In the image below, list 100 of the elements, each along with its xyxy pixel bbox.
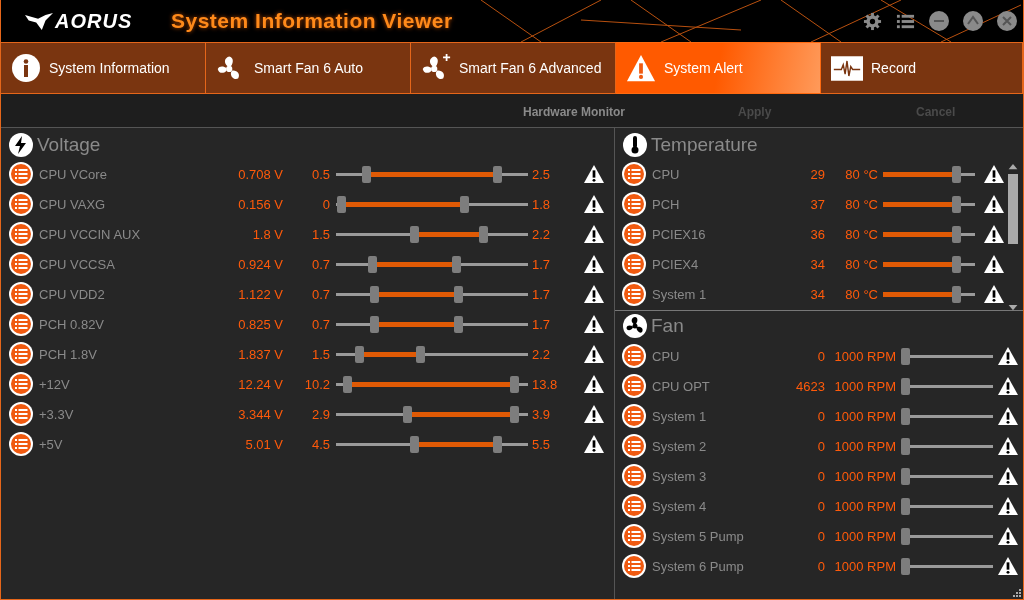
range-slider[interactable] [336, 405, 528, 423]
slider[interactable] [883, 285, 975, 303]
slider[interactable] [883, 195, 975, 213]
settings-icon[interactable] [863, 11, 882, 31]
warning-icon[interactable] [983, 194, 1005, 214]
range-slider[interactable] [336, 345, 528, 363]
range-slider[interactable] [336, 435, 528, 453]
slider[interactable] [883, 165, 975, 183]
slider[interactable] [901, 557, 993, 575]
slider-handle[interactable] [454, 315, 464, 333]
list-menu-icon[interactable] [622, 464, 646, 488]
slider[interactable] [901, 407, 993, 425]
range-slider[interactable] [336, 375, 528, 393]
list-menu-icon[interactable] [9, 402, 33, 426]
list-menu-icon[interactable] [622, 494, 646, 518]
slider-handle[interactable] [952, 195, 962, 213]
tab[interactable]: Record [821, 42, 1023, 94]
list-menu-icon[interactable] [622, 344, 646, 368]
warning-icon[interactable] [997, 346, 1019, 366]
list-menu-icon[interactable] [9, 222, 33, 246]
slider[interactable] [901, 527, 993, 545]
tab[interactable]: Smart Fan 6 Auto [206, 42, 411, 94]
warning-icon[interactable] [583, 404, 605, 424]
range-slider[interactable] [336, 195, 528, 213]
slider[interactable] [901, 467, 993, 485]
list-menu-icon[interactable] [622, 252, 646, 276]
warning-icon[interactable] [583, 224, 605, 244]
slider-handle[interactable] [952, 255, 962, 273]
slider-handle[interactable] [367, 255, 377, 273]
list-menu-icon[interactable] [622, 434, 646, 458]
warning-icon[interactable] [583, 194, 605, 214]
range-slider[interactable] [336, 165, 528, 183]
slider-handle[interactable] [492, 165, 502, 183]
slider-handle[interactable] [415, 345, 425, 363]
list-menu-icon[interactable] [9, 282, 33, 306]
minimize-button[interactable] [929, 11, 949, 31]
slider-handle[interactable] [952, 225, 962, 243]
list-menu-icon[interactable] [9, 432, 33, 456]
slider-handle[interactable] [452, 255, 462, 273]
toolbar-button[interactable]: Hardware Monitor [523, 105, 625, 119]
resize-grip-icon[interactable] [1011, 587, 1021, 597]
warning-icon[interactable] [983, 254, 1005, 274]
slider-handle[interactable] [510, 405, 520, 423]
warning-icon[interactable] [583, 284, 605, 304]
slider[interactable] [883, 255, 975, 273]
list-menu-icon[interactable] [622, 404, 646, 428]
slider-handle[interactable] [343, 375, 352, 393]
list-menu-icon[interactable] [622, 222, 646, 246]
range-slider[interactable] [336, 285, 528, 303]
warning-icon[interactable] [983, 284, 1005, 304]
slider-handle[interactable] [510, 375, 520, 393]
warning-icon[interactable] [583, 344, 605, 364]
slider-handle[interactable] [901, 437, 911, 455]
slider-handle[interactable] [410, 435, 420, 453]
warning-icon[interactable] [583, 254, 605, 274]
list-menu-icon[interactable] [622, 524, 646, 548]
slider[interactable] [901, 377, 993, 395]
range-slider[interactable] [336, 225, 528, 243]
range-slider[interactable] [336, 315, 528, 333]
warning-icon[interactable] [997, 406, 1019, 426]
slider-handle[interactable] [901, 527, 911, 545]
range-slider[interactable] [336, 255, 528, 273]
slider[interactable] [901, 437, 993, 455]
warning-icon[interactable] [583, 374, 605, 394]
warning-icon[interactable] [997, 556, 1019, 576]
slider-handle[interactable] [901, 497, 911, 515]
warning-icon[interactable] [583, 434, 605, 454]
scrollbar-thumb[interactable] [1008, 174, 1018, 244]
list-menu-icon[interactable] [622, 192, 646, 216]
list-menu-icon[interactable] [622, 374, 646, 398]
slider-handle[interactable] [362, 165, 372, 183]
scroll-up-arrow-icon[interactable] [1007, 163, 1019, 170]
maximize-button[interactable] [963, 11, 983, 31]
slider-handle[interactable] [402, 405, 412, 423]
slider[interactable] [883, 225, 975, 243]
list-menu-icon[interactable] [9, 252, 33, 276]
warning-icon[interactable] [583, 164, 605, 184]
warning-icon[interactable] [997, 436, 1019, 456]
tab[interactable]: System Information [1, 42, 206, 94]
warning-icon[interactable] [983, 224, 1005, 244]
list-menu-icon[interactable] [9, 312, 33, 336]
slider-handle[interactable] [410, 225, 420, 243]
slider-handle[interactable] [901, 557, 911, 575]
warning-icon[interactable] [997, 496, 1019, 516]
warning-icon[interactable] [997, 466, 1019, 486]
slider-handle[interactable] [454, 285, 464, 303]
list-menu-icon[interactable] [9, 342, 33, 366]
warning-icon[interactable] [997, 526, 1019, 546]
warning-icon[interactable] [983, 164, 1005, 184]
slider-handle[interactable] [369, 285, 379, 303]
slider-handle[interactable] [901, 347, 911, 365]
slider-handle[interactable] [901, 377, 911, 395]
slider[interactable] [901, 497, 993, 515]
slider-handle[interactable] [369, 315, 379, 333]
scroll-down-arrow-icon[interactable] [1007, 304, 1019, 311]
warning-icon[interactable] [583, 314, 605, 334]
slider-handle[interactable] [479, 225, 489, 243]
list-menu-icon[interactable] [622, 162, 646, 186]
slider-handle[interactable] [354, 345, 364, 363]
warning-icon[interactable] [997, 376, 1019, 396]
